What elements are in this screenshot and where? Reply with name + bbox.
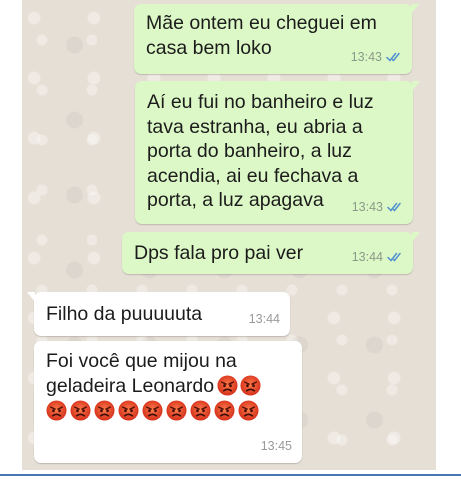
message-meta: 13:45 <box>261 434 292 459</box>
message-meta: 13:44 <box>249 307 280 332</box>
angry-face-icon <box>94 400 115 421</box>
message-meta: 13:43 <box>351 45 402 70</box>
message-meta: 13:43 <box>352 195 403 220</box>
message-meta: 13:44 <box>352 245 403 270</box>
message-text-content: Foi você que mijou na geladeira Leonardo <box>46 350 237 397</box>
message-text: Filho da puuuuuta <box>46 303 203 325</box>
message-time: 13:43 <box>351 199 383 214</box>
message-time: 13:44 <box>248 311 280 326</box>
message-text: Foi você que mijou na geladeira Leonardo <box>46 349 292 398</box>
message-bubble-incoming[interactable]: Filho da puuuuuta 13:44 <box>27 292 290 336</box>
angry-face-icon <box>46 400 67 421</box>
angry-face-icon <box>118 400 139 421</box>
message-bubble-incoming[interactable]: Foi você que mijou na geladeira Leonardo… <box>34 341 302 463</box>
angry-face-icon <box>142 400 163 421</box>
message-bubble-outgoing[interactable]: Aí eu fui no banheiro e luz tava estranh… <box>135 81 420 224</box>
chat-area: Mãe ontem eu cheguei em casa bem loko 13… <box>22 0 436 470</box>
double-check-icon <box>387 252 403 262</box>
angry-face-icon <box>240 375 261 396</box>
message-bubble-outgoing[interactable]: Mãe ontem eu cheguei em casa bem loko 13… <box>134 4 419 74</box>
angry-face-icon <box>166 400 187 421</box>
angry-face-icon <box>238 400 259 421</box>
angry-face-icon <box>190 400 211 421</box>
bottom-border <box>0 470 461 480</box>
angry-face-icon <box>214 400 235 421</box>
emoji-row <box>46 400 292 421</box>
double-check-icon <box>386 52 402 62</box>
message-time: 13:44 <box>351 249 383 264</box>
message-bubble-outgoing[interactable]: Dps fala pro pai ver 13:44 <box>122 232 420 274</box>
angry-face-icon <box>70 400 91 421</box>
angry-face-icon <box>217 375 238 396</box>
message-time: 13:45 <box>260 438 292 453</box>
double-check-icon <box>387 202 403 212</box>
message-time: 13:43 <box>350 49 382 64</box>
